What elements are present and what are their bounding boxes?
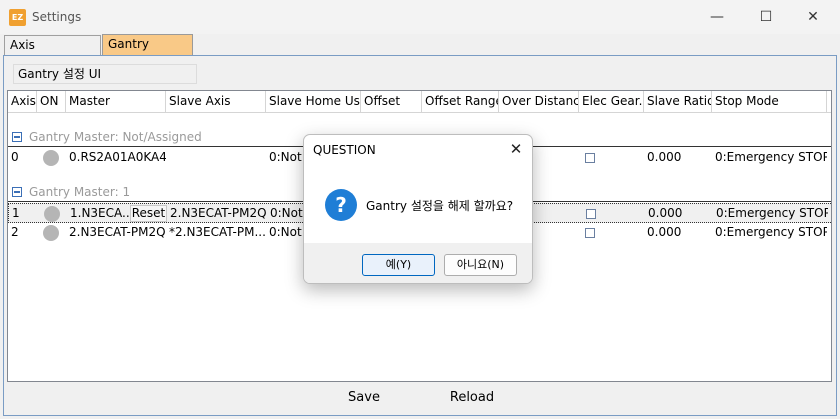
status-led-icon — [44, 206, 60, 222]
status-led-icon — [43, 225, 59, 241]
col-elec-gear[interactable]: Elec Gear... — [579, 91, 644, 113]
cell-master: 1.N3ECA... — [70, 206, 129, 220]
tab-gantry-setting[interactable]: Gantry Setting — [102, 34, 193, 70]
cell-stop-mode: 0:Emergency STOP — [715, 225, 827, 239]
col-slave-ratio[interactable]: Slave Ratio — [644, 91, 712, 113]
grid-header: Axis ON Master Slave Axis Slave Home Use… — [8, 91, 831, 113]
maximize-button[interactable]: ☐ — [743, 0, 789, 34]
yes-button[interactable]: 예(Y) — [362, 254, 435, 276]
cell-axis: 0 — [11, 150, 19, 164]
group-label: Gantry 설정 UI — [13, 64, 197, 84]
col-slave-axis[interactable]: Slave Axis — [166, 91, 266, 113]
col-axis[interactable]: Axis — [8, 91, 37, 113]
tab-strip: Axis Parameters Gantry Setting — [0, 34, 840, 71]
cell-slave-axis: *2.N3ECAT-PM... — [169, 225, 266, 239]
question-icon: ? — [325, 189, 357, 221]
col-master[interactable]: Master — [66, 91, 166, 113]
cell-axis: 1 — [12, 206, 20, 220]
status-led-icon — [43, 150, 59, 166]
cell-stop-mode: 0:Emergency STOP — [716, 206, 828, 220]
close-window-button[interactable]: ✕ — [790, 0, 836, 34]
cell-axis: 2 — [11, 225, 19, 239]
reset-button[interactable]: Reset — [130, 205, 167, 222]
col-on[interactable]: ON — [37, 91, 66, 113]
elec-gear-checkbox[interactable] — [586, 209, 596, 219]
reload-button[interactable]: Reload — [440, 387, 504, 409]
minimize-button[interactable]: — — [694, 0, 740, 34]
cell-master: 0.RS2A01A0KA4 — [69, 150, 166, 164]
dialog-button-bar: 예(Y) 아니요(N) — [304, 243, 532, 283]
col-slave-home-use[interactable]: Slave Home Use — [266, 91, 361, 113]
col-over-distance[interactable]: Over Distance — [499, 91, 579, 113]
col-offset-range[interactable]: Offset Range — [422, 91, 499, 113]
tab-axis-parameters[interactable]: Axis Parameters — [4, 35, 101, 71]
col-stop-mode[interactable]: Stop Mode — [712, 91, 827, 113]
question-dialog: QUESTION ✕ ? Gantry 설정을 해제 할까요? 예(Y) 아니요… — [303, 134, 533, 284]
collapse-icon[interactable] — [12, 132, 22, 142]
collapse-icon[interactable] — [12, 187, 22, 197]
col-offset[interactable]: Offset — [361, 91, 422, 113]
group-title: Gantry Master: 1 — [29, 185, 131, 199]
cell-slave-ratio: 0.000 — [648, 206, 683, 220]
window-title: Settings — [32, 10, 82, 24]
cell-slave-ratio: 0.000 — [647, 225, 682, 239]
dialog-title: QUESTION — [313, 143, 376, 157]
dialog-message: Gantry 설정을 해제 할까요? — [366, 199, 514, 213]
save-button[interactable]: Save — [334, 387, 394, 409]
cell-slave-axis: 2.N3ECAT-PM2Q — [170, 206, 267, 220]
cell-master: 2.N3ECAT-PM2Q — [69, 225, 166, 239]
title-bar: EZ Settings — ☐ ✕ — [0, 0, 840, 34]
group-title: Gantry Master: Not/Assigned — [29, 130, 202, 144]
app-logo-icon: EZ — [9, 9, 26, 26]
elec-gear-checkbox[interactable] — [585, 153, 595, 163]
cell-stop-mode: 0:Emergency STOP — [715, 150, 827, 164]
elec-gear-checkbox[interactable] — [585, 228, 595, 238]
no-button[interactable]: 아니요(N) — [444, 254, 517, 276]
dialog-close-button[interactable]: ✕ — [506, 139, 526, 159]
cell-slave-ratio: 0.000 — [647, 150, 682, 164]
